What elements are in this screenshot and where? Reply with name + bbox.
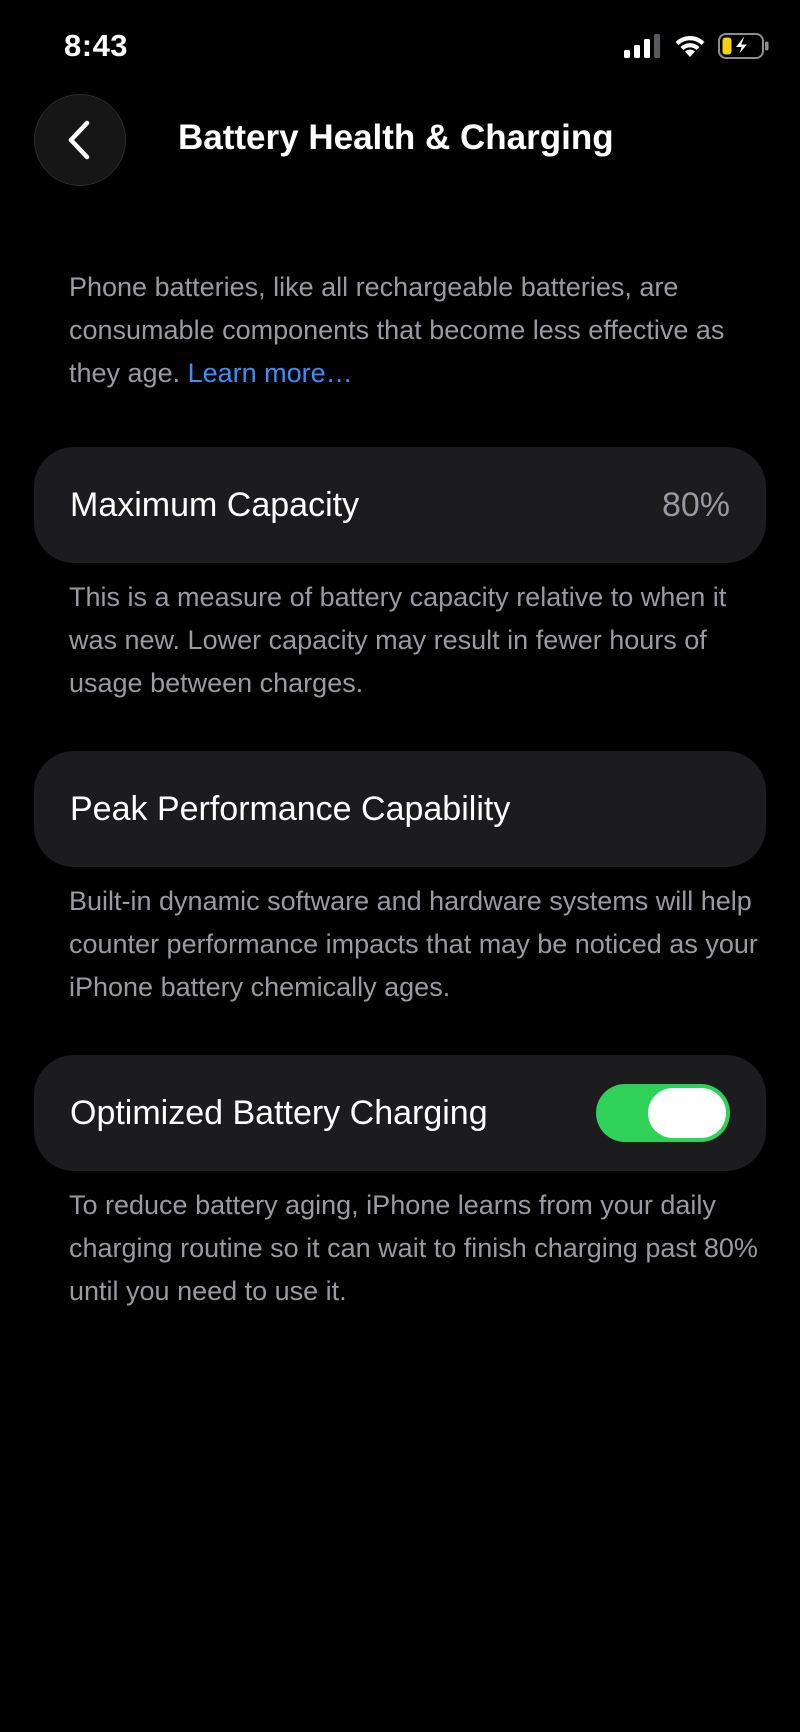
toggle-knob: [648, 1088, 726, 1138]
peak-performance-row[interactable]: Peak Performance Capability: [34, 751, 766, 867]
peak-performance-description: Built-in dynamic software and hardware s…: [69, 886, 758, 1002]
back-button[interactable]: [34, 94, 126, 186]
intro-text: Phone batteries, like all rechargeable b…: [69, 266, 759, 395]
learn-more-link[interactable]: Learn more…: [188, 358, 353, 388]
status-icons: [624, 33, 770, 59]
maximum-capacity-value: 80%: [661, 485, 730, 524]
status-time: 8:43: [64, 28, 129, 63]
status-bar: 8:43: [0, 0, 800, 100]
peak-performance-label: Peak Performance Capability: [70, 789, 511, 828]
maximum-capacity-label: Maximum Capacity: [70, 485, 360, 524]
intro-body: Phone batteries, like all rechargeable b…: [69, 272, 725, 388]
optimized-charging-row: Optimized Battery Charging: [34, 1055, 766, 1171]
battery-charging-icon: [718, 33, 769, 59]
maximum-capacity-row: Maximum Capacity 80%: [34, 447, 766, 563]
optimized-charging-toggle[interactable]: [596, 1084, 730, 1142]
cellular-signal-icon: [624, 34, 660, 58]
optimized-charging-label: Optimized Battery Charging: [70, 1093, 488, 1132]
maximum-capacity-description: This is a measure of battery capacity re…: [69, 582, 727, 698]
chevron-left-icon: [68, 120, 90, 160]
wifi-icon: [675, 35, 705, 57]
optimized-charging-description: To reduce battery aging, iPhone learns f…: [69, 1190, 758, 1306]
nav-bar: Battery Health & Charging: [0, 94, 800, 190]
page-title: Battery Health & Charging: [178, 118, 614, 157]
